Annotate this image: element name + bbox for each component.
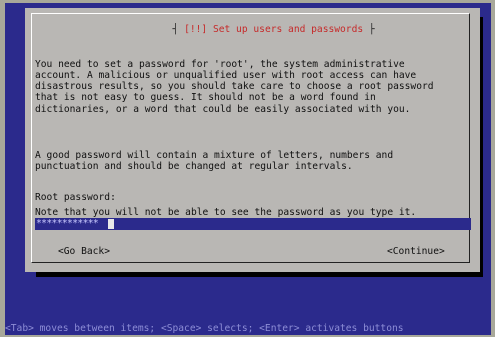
installer-screen: ┤ [!!] Set up users and passwords ├ You …: [5, 3, 491, 335]
title-left-tick: ┤: [172, 24, 185, 35]
advice-paragraph: A good password will contain a mixture o…: [35, 149, 394, 172]
go-back-button[interactable]: <Go Back>: [58, 246, 110, 257]
continue-button[interactable]: <Continue>: [387, 246, 445, 257]
setup-users-dialog: ┤ [!!] Set up users and passwords ├ You …: [25, 8, 480, 272]
keyboard-help-line: <Tab> moves between items; <Space> selec…: [5, 323, 404, 334]
intro-paragraph: You need to set a password for 'root', t…: [35, 58, 434, 115]
title-right-tick: ├: [363, 24, 375, 35]
root-password-label: Root password:: [35, 192, 116, 203]
text-cursor: [108, 219, 114, 229]
root-password-input[interactable]: ************: [35, 218, 471, 230]
visibility-note: Note that you will not be able to see th…: [35, 206, 417, 218]
dialog-title: [!!] Set up users and passwords: [184, 24, 364, 35]
password-mask: ************: [36, 218, 99, 229]
